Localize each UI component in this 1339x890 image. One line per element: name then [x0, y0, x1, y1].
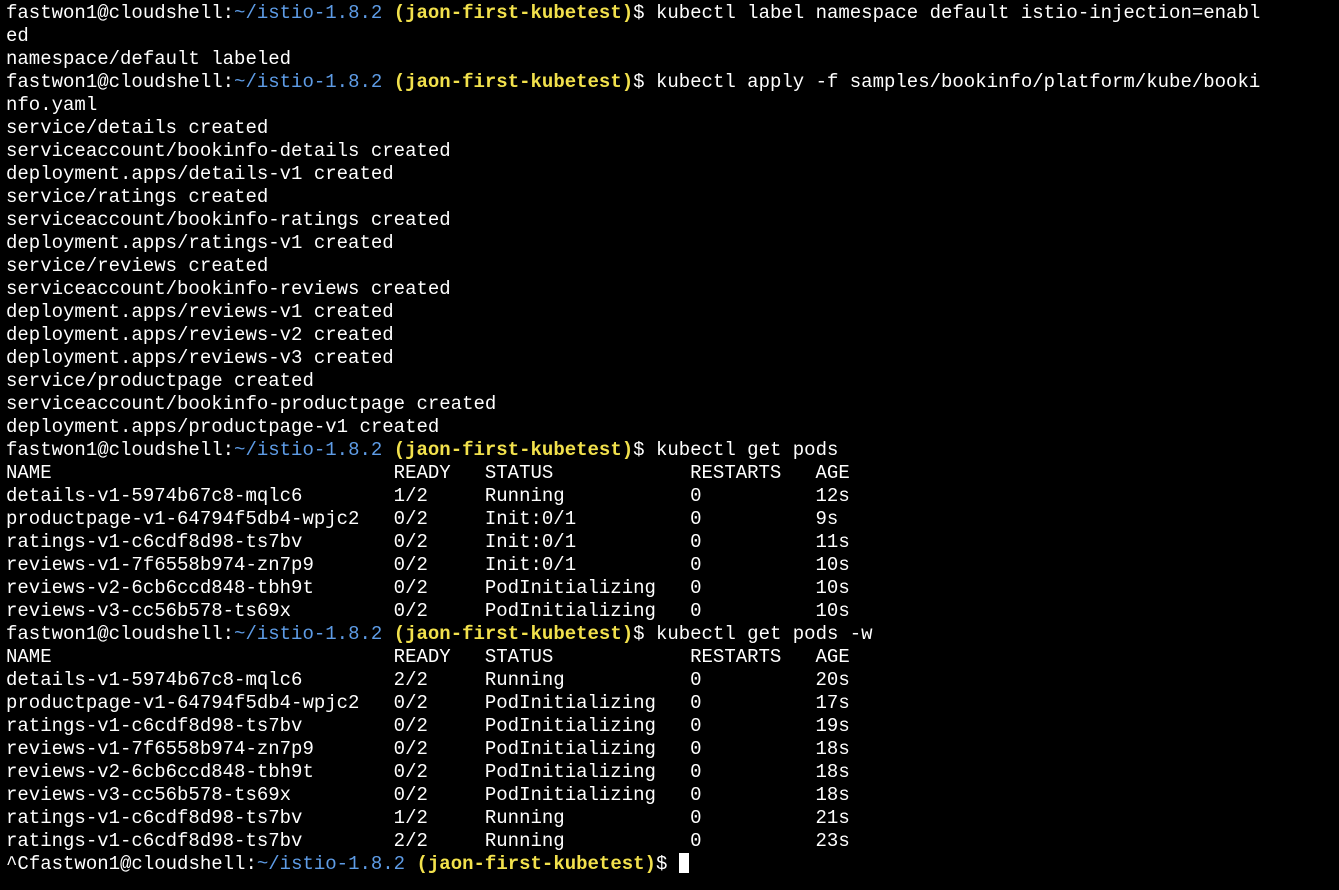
pods-table-row: ratings-v1-c6cdf8d98-ts7bv 0/2 Init:0/1 … [6, 531, 850, 553]
output-line: deployment.apps/reviews-v2 created [6, 324, 394, 346]
prompt-symbol: $ [633, 71, 645, 93]
pods-table-row: reviews-v3-cc56b578-ts69x 0/2 PodInitial… [6, 600, 850, 622]
pods-table-row: productpage-v1-64794f5db4-wpjc2 0/2 PodI… [6, 692, 850, 714]
prompt-user-host: fastwon1@cloudshell: [6, 439, 235, 461]
prompt-line: fastwon1@cloudshell:~/istio-1.8.2 (jaon-… [6, 439, 1334, 462]
pods-table-row: ratings-v1-c6cdf8d98-ts7bv 0/2 PodInitia… [6, 715, 850, 737]
pods-table-header: NAME READY STATUS RESTARTS AGE [6, 462, 850, 484]
output-line: serviceaccount/bookinfo-ratings created [6, 209, 451, 231]
prompt-user-host: fastwon1@cloudshell: [6, 2, 235, 24]
output-line: service/productpage created [6, 370, 314, 392]
terminal-window[interactable]: fastwon1@cloudshell:~/istio-1.8.2 (jaon-… [6, 2, 1334, 876]
prompt-line: fastwon1@cloudshell:~/istio-1.8.2 (jaon-… [6, 2, 1334, 25]
prompt-path: ~/istio-1.8.2 [234, 71, 383, 93]
interrupt-marker: ^C [6, 853, 29, 875]
output-line: deployment.apps/reviews-v1 created [6, 301, 394, 323]
pods-table-row: reviews-v2-6cb6ccd848-tbh9t 0/2 PodIniti… [6, 761, 850, 783]
pods-table-row: productpage-v1-64794f5db4-wpjc2 0/2 Init… [6, 508, 839, 530]
prompt-symbol: $ [633, 439, 645, 461]
prompt-project: (jaon-first-kubetest) [393, 71, 634, 93]
prompt-project: (jaon-first-kubetest) [393, 623, 634, 645]
pods-table-row: reviews-v1-7f6558b974-zn7p9 0/2 PodIniti… [6, 738, 850, 760]
active-prompt-line[interactable]: ^Cfastwon1@cloudshell:~/istio-1.8.2 (jao… [6, 853, 1334, 876]
prompt-path: ~/istio-1.8.2 [234, 2, 383, 24]
pods-table-row: reviews-v2-6cb6ccd848-tbh9t 0/2 PodIniti… [6, 577, 850, 599]
pods-table-row: reviews-v3-cc56b578-ts69x 0/2 PodInitial… [6, 784, 850, 806]
prompt-line: fastwon1@cloudshell:~/istio-1.8.2 (jaon-… [6, 623, 1334, 646]
output-line: serviceaccount/bookinfo-productpage crea… [6, 393, 497, 415]
prompt-project: (jaon-first-kubetest) [393, 2, 634, 24]
prompt-user-host: fastwon1@cloudshell: [6, 71, 235, 93]
command-text: kubectl get pods [655, 439, 839, 461]
text-cursor[interactable] [678, 853, 689, 873]
prompt-user-host: fastwon1@cloudshell: [6, 623, 235, 645]
command-text: kubectl get pods -w [655, 623, 873, 645]
output-line: deployment.apps/ratings-v1 created [6, 232, 394, 254]
pods-table-row: ratings-v1-c6cdf8d98-ts7bv 1/2 Running 0… [6, 807, 850, 829]
command-wrap: nfo.yaml [6, 94, 98, 116]
prompt-symbol: $ [633, 623, 645, 645]
output-line: serviceaccount/bookinfo-reviews created [6, 278, 451, 300]
pods-table-row: ratings-v1-c6cdf8d98-ts7bv 2/2 Running 0… [6, 830, 850, 852]
command-wrap: ed [6, 25, 29, 47]
pods-table-row: details-v1-5974b67c8-mqlc6 2/2 Running 0… [6, 669, 850, 691]
prompt-project: (jaon-first-kubetest) [393, 439, 634, 461]
output-line: deployment.apps/details-v1 created [6, 163, 394, 185]
command-text: kubectl apply -f samples/bookinfo/platfo… [655, 71, 1261, 93]
output-line: service/reviews created [6, 255, 269, 277]
output-line: service/details created [6, 117, 269, 139]
prompt-project: (jaon-first-kubetest) [416, 853, 656, 875]
output-line: deployment.apps/productpage-v1 created [6, 416, 440, 438]
prompt-path: ~/istio-1.8.2 [234, 439, 383, 461]
output-line: namespace/default labeled [6, 48, 292, 70]
prompt-line: fastwon1@cloudshell:~/istio-1.8.2 (jaon-… [6, 71, 1334, 94]
prompt-path: ~/istio-1.8.2 [234, 623, 383, 645]
output-line: serviceaccount/bookinfo-details created [6, 140, 451, 162]
output-line: service/ratings created [6, 186, 269, 208]
output-line: deployment.apps/reviews-v3 created [6, 347, 394, 369]
prompt-path: ~/istio-1.8.2 [256, 853, 406, 875]
pods-table-row: reviews-v1-7f6558b974-zn7p9 0/2 Init:0/1… [6, 554, 850, 576]
prompt-symbol: $ [633, 2, 645, 24]
prompt-symbol: $ [655, 853, 668, 875]
pods-table-header: NAME READY STATUS RESTARTS AGE [6, 646, 850, 668]
pods-table-row: details-v1-5974b67c8-mqlc6 1/2 Running 0… [6, 485, 850, 507]
prompt-user-host: fastwon1@cloudshell: [28, 853, 257, 875]
command-text: kubectl label namespace default istio-in… [655, 2, 1261, 24]
